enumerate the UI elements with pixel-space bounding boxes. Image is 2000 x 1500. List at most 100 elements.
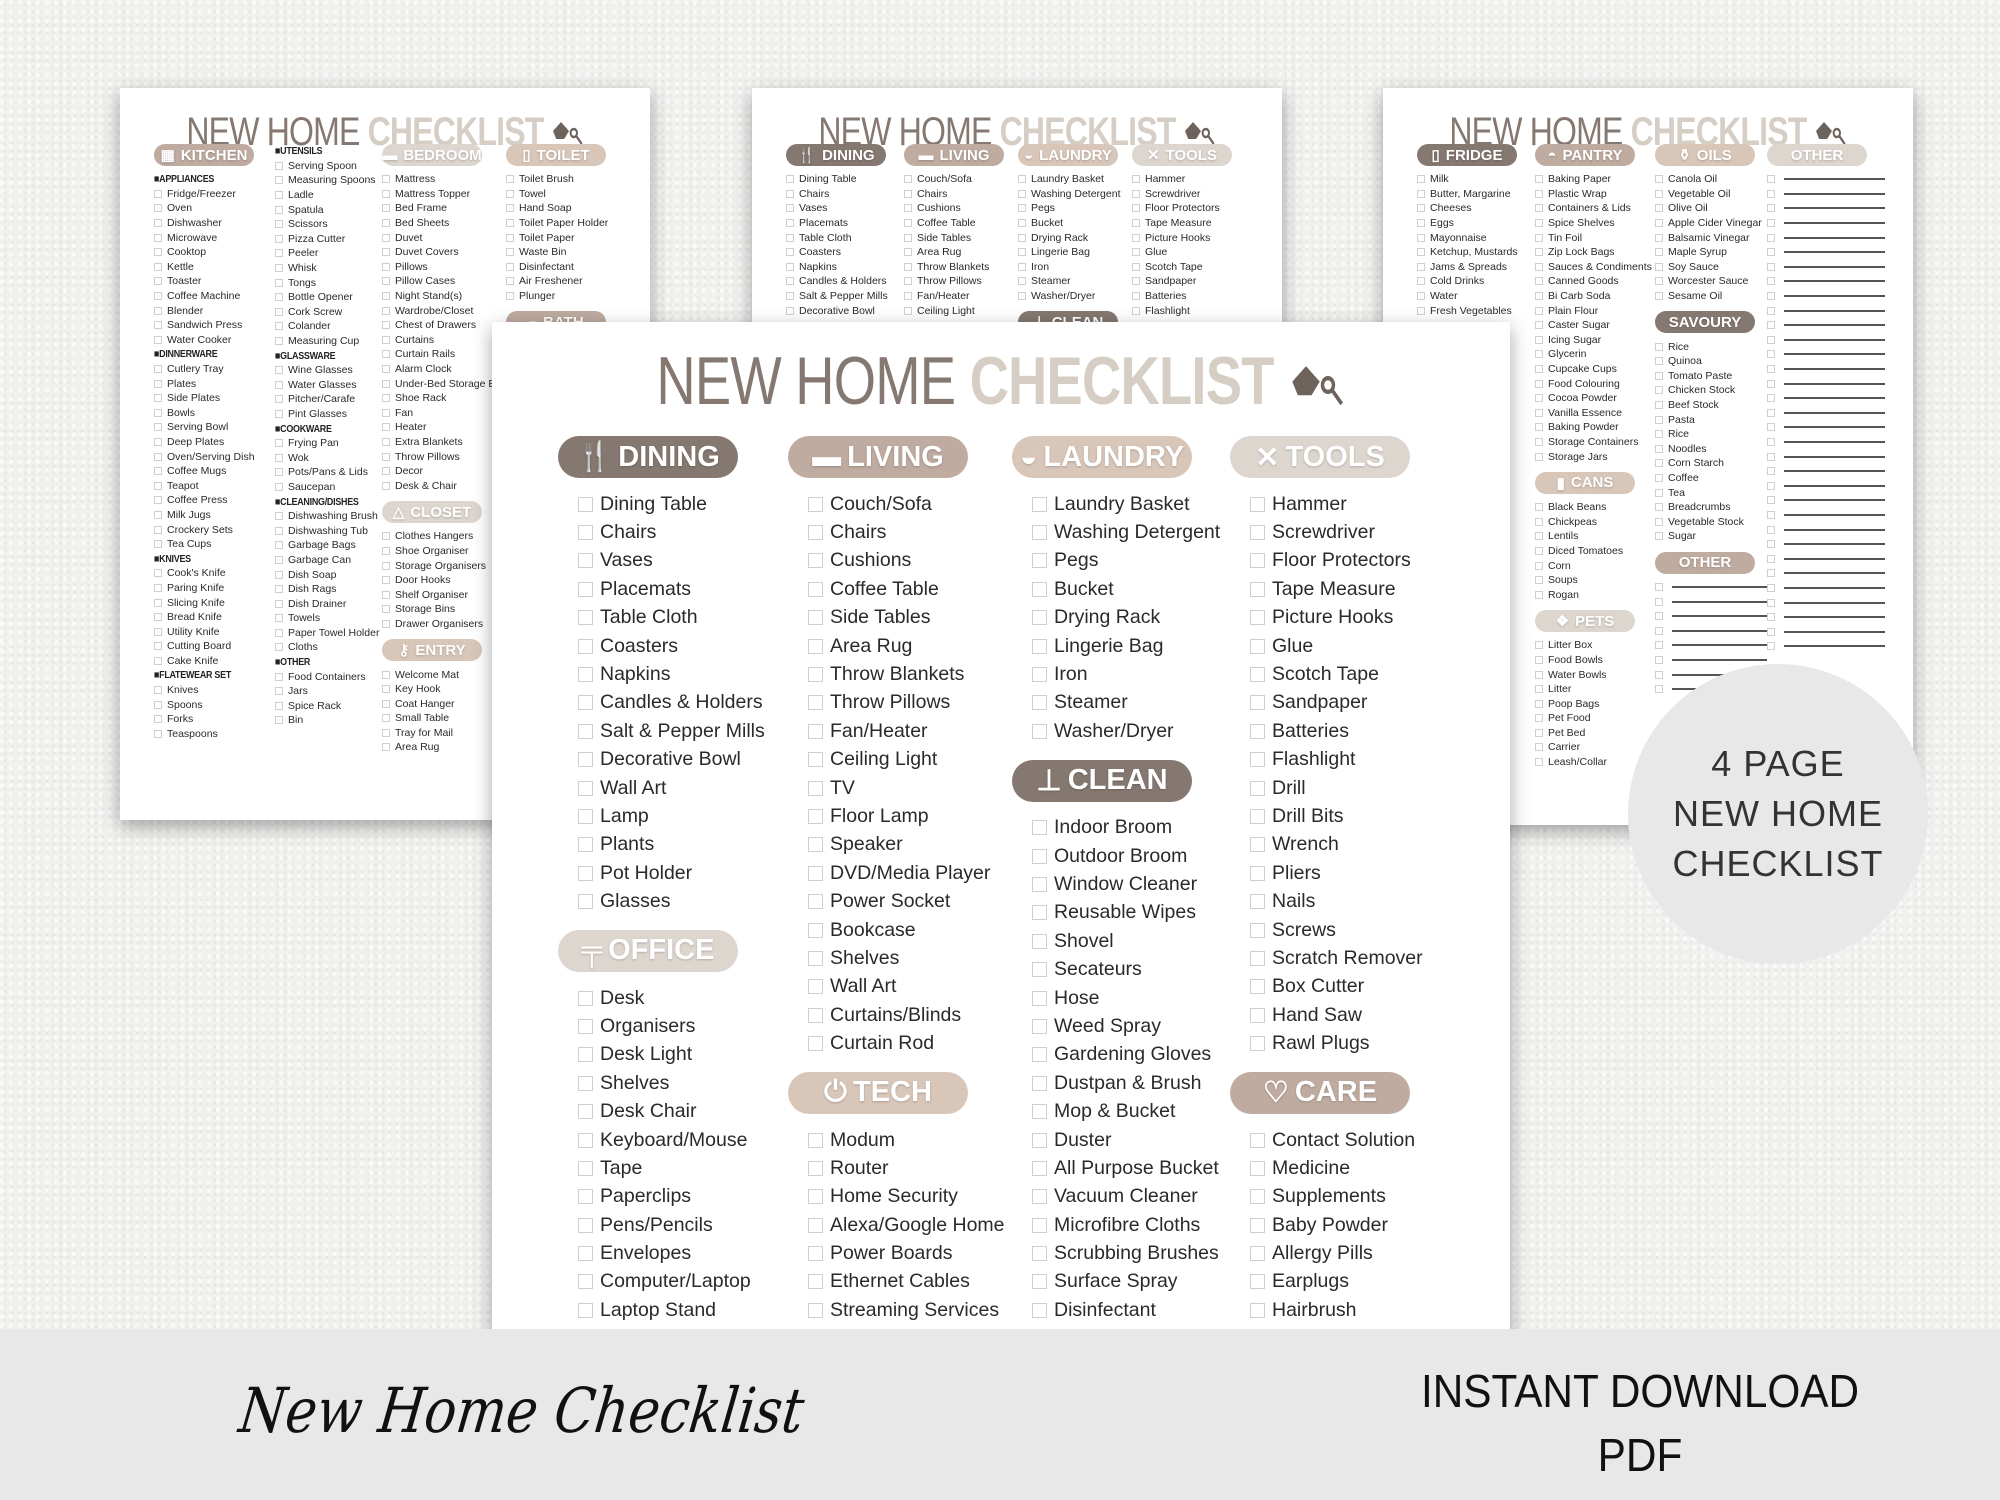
checkbox[interactable] [1250,610,1265,626]
checklist-item[interactable] [1767,624,1885,639]
checklist-item[interactable]: Oven/Serving Dish [154,449,272,464]
checklist-item[interactable]: Bed Sheets [382,216,507,231]
checkbox[interactable] [154,452,162,461]
checkbox[interactable] [1655,357,1663,366]
checklist-item[interactable]: Beef Stock [1655,398,1767,413]
blank-line[interactable] [1784,265,1885,268]
checkbox[interactable] [154,510,162,519]
checkbox[interactable] [154,656,162,665]
checklist-item[interactable]: Scotch Tape [1132,260,1244,275]
checkbox[interactable] [154,613,162,622]
checkbox[interactable] [1655,430,1663,439]
checkbox[interactable] [1535,670,1543,679]
checkbox[interactable] [808,780,823,796]
blank-line[interactable] [1784,543,1885,546]
checkbox[interactable] [808,752,823,768]
checklist-item[interactable] [1655,609,1767,624]
checkbox[interactable] [154,642,162,651]
checklist-item[interactable]: Window Cleaner [1012,870,1218,898]
checklist-item[interactable]: Cold Drinks [1417,274,1529,289]
checkbox[interactable] [578,553,593,569]
checklist-item[interactable]: Shoe Organiser [382,544,507,559]
checklist-item[interactable]: Shovel [1012,927,1218,955]
blank-line[interactable] [1784,572,1885,575]
checkbox[interactable] [1655,626,1663,635]
checkbox[interactable] [1032,525,1047,541]
checklist-item[interactable]: Tray for Mail [382,726,507,741]
checkbox[interactable] [154,540,162,549]
checklist-item[interactable]: Lingerie Bag [1012,632,1218,660]
checkbox[interactable] [275,366,283,375]
checklist-item[interactable]: Worcester Sauce [1655,274,1767,289]
checklist-item[interactable]: Welcome Mat [382,667,507,682]
checkbox[interactable] [382,292,390,301]
checklist-item[interactable]: Crockery Sets [154,522,272,537]
checkbox[interactable] [506,277,514,286]
checkbox[interactable] [154,715,162,724]
checklist-item[interactable]: Spatula [275,202,393,217]
checklist-item[interactable]: Computer/Laptop [558,1268,764,1296]
checklist-item[interactable]: Soy Sauce [1655,260,1767,275]
checkbox[interactable] [382,379,390,388]
checklist-item[interactable]: Scratch Remover [1230,944,1436,972]
checklist-item[interactable]: Curtain Rod [788,1029,994,1057]
checklist-item[interactable]: Tea [1655,485,1767,500]
checklist-item[interactable]: Decor [382,464,507,479]
blank-line[interactable] [1784,251,1885,254]
checklist-item[interactable]: Router [788,1154,994,1182]
checklist-item[interactable]: Litter [1535,682,1653,697]
checklist-item[interactable]: Eggs [1417,216,1529,231]
checklist-item[interactable]: Baking Powder [1535,420,1653,435]
checkbox[interactable] [808,638,823,654]
checklist-item[interactable] [1767,595,1885,610]
checkbox[interactable] [578,1246,593,1262]
checklist-item[interactable]: Duvet [382,230,507,245]
checklist-item[interactable] [1767,303,1885,318]
checklist-item[interactable]: Bucket [1012,575,1218,603]
checklist-item[interactable]: Area Rug [788,632,994,660]
checklist-item[interactable]: Cushions [904,201,1016,216]
checklist-item[interactable]: Contact Solution [1230,1126,1436,1154]
checklist-item[interactable]: Pliers [1230,859,1436,887]
checkbox[interactable] [1655,459,1663,468]
checklist-item[interactable]: Washer/Dryer [1012,717,1218,745]
checkbox[interactable] [1032,990,1047,1006]
checklist-item[interactable]: Bread Knife [154,610,272,625]
checkbox[interactable] [275,278,283,287]
blank-line[interactable] [1784,324,1885,327]
checkbox[interactable] [1535,394,1543,403]
checklist-item[interactable]: Fan/Heater [904,289,1016,304]
checklist-item[interactable]: Plain Flour [1535,303,1653,318]
checkbox[interactable] [275,614,283,623]
checkbox[interactable] [154,496,162,505]
checkbox[interactable] [786,189,794,198]
checkbox[interactable] [1250,1246,1265,1262]
checkbox[interactable] [578,610,593,626]
checkbox[interactable] [1018,248,1026,257]
checkbox[interactable] [275,526,283,535]
checkbox[interactable] [382,262,390,271]
checklist-item[interactable]: Reusable Wipes [1012,899,1218,927]
checkbox[interactable] [382,175,390,184]
checkbox[interactable] [1250,525,1265,541]
checklist-item[interactable]: Deep Plates [154,435,272,450]
checkbox[interactable] [1535,641,1543,650]
checkbox[interactable] [578,1274,593,1290]
checkbox[interactable] [808,496,823,512]
checklist-item[interactable] [1767,406,1885,421]
checklist-item[interactable] [1767,172,1885,187]
checklist-item[interactable]: Chickpeas [1535,514,1653,529]
checkbox[interactable] [1535,532,1543,541]
checklist-item[interactable]: Pasta [1655,412,1767,427]
checklist-item[interactable]: Waste Bin [506,245,646,260]
checklist-item[interactable]: Butter, Margarine [1417,187,1529,202]
checklist-item[interactable]: Power Socket [788,887,994,915]
checklist-item[interactable]: Poop Bags [1535,696,1653,711]
checkbox[interactable] [1250,553,1265,569]
checkbox[interactable] [382,670,390,679]
checklist-item[interactable]: Cheeses [1417,201,1529,216]
checkbox[interactable] [1655,641,1663,650]
checkbox[interactable] [578,1160,593,1176]
checklist-item[interactable]: Modum [788,1126,994,1154]
checklist-item[interactable]: Dining Table [558,490,764,518]
